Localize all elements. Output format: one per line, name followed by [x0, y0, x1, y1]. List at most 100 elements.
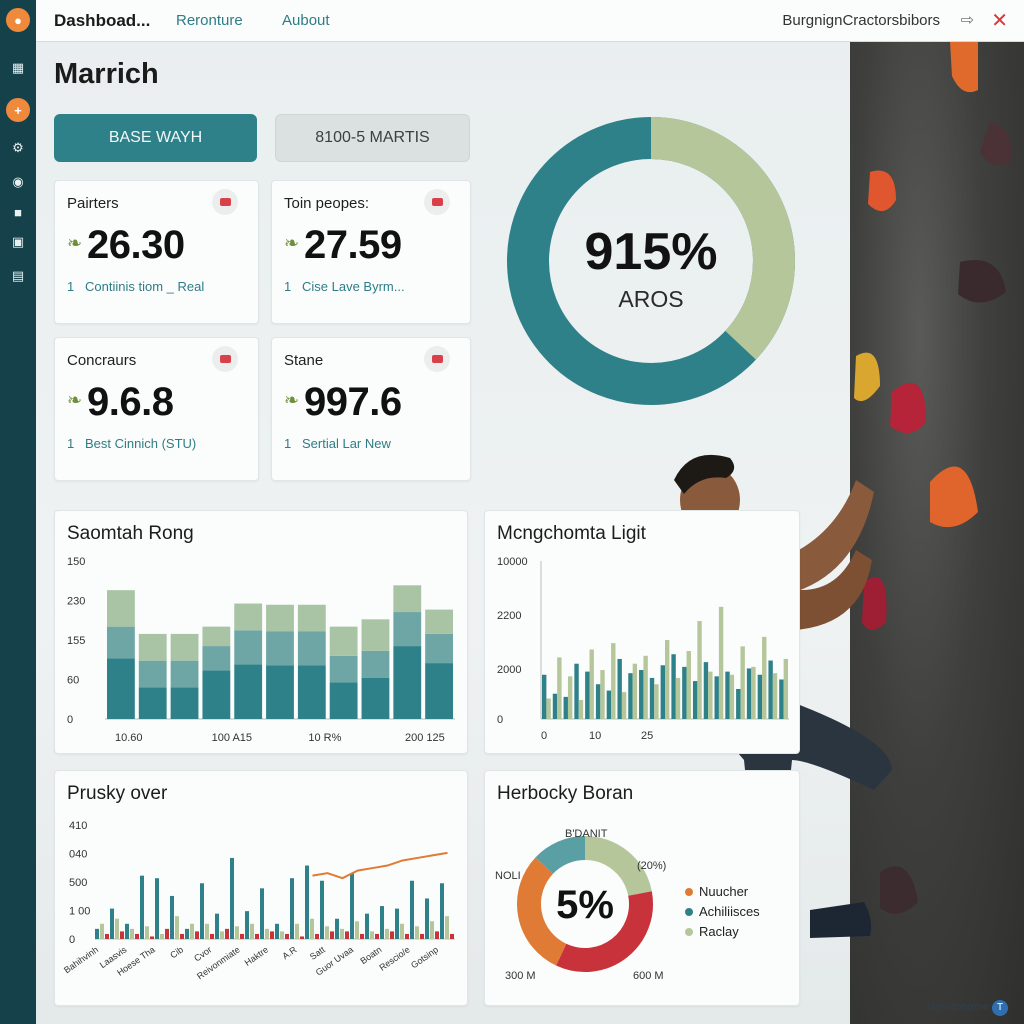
chart-card-prusky-over: Prusky over 410 040 500 1 00 0 Bahihvinh Laasv…	[54, 770, 468, 1006]
bar	[200, 883, 204, 939]
y-tick-label: 500	[69, 877, 87, 889]
bar	[671, 654, 676, 719]
bar-segment	[393, 646, 422, 719]
bar	[697, 621, 702, 719]
bar-segment	[425, 633, 453, 664]
bar	[729, 674, 735, 719]
close-icon[interactable]: ✕	[991, 8, 1008, 33]
grid-icon[interactable]: ▦	[6, 56, 30, 80]
stat-card-pairters[interactable]: Pairters ❧ 26.30 1 Contiinis tiom _ Real	[54, 180, 259, 324]
arrow-right-icon[interactable]: ⇨	[961, 10, 974, 30]
bar	[375, 933, 379, 939]
stacked-bar-chart: 150 230 155 60 0 10.60 100 A15 10 R% 200 125	[67, 556, 455, 744]
sprout-icon: ❧	[284, 233, 300, 253]
stat-card-toin-peopes[interactable]: Toin peopes: ❧ 27.59 1 Cise Lave Byrm...	[271, 180, 471, 324]
bar-segment	[138, 660, 167, 688]
bar	[390, 931, 394, 939]
x-tick-label: Haktre	[243, 944, 270, 967]
bar-segment	[425, 609, 453, 634]
bar-segment	[234, 603, 263, 631]
stat-index: 1	[67, 279, 75, 294]
page-title: Marrich	[54, 58, 159, 90]
bar	[617, 658, 622, 719]
bar-segment	[202, 670, 231, 719]
donut-center-label: 5%	[556, 883, 614, 927]
bar	[225, 928, 229, 939]
x-tick-label: Satt	[308, 944, 327, 962]
bar-segment	[393, 585, 422, 613]
x-tick-label: 0	[541, 730, 547, 742]
dense-bar-chart: 10000 2200 2000 0 0 10 25	[497, 556, 789, 742]
bar	[270, 931, 274, 939]
bar	[563, 696, 568, 719]
bar	[632, 663, 638, 719]
bar	[660, 665, 665, 719]
stat-index: 1	[284, 436, 292, 451]
stat-card-concraurs[interactable]: Concraurs ❧ 9.6.8 1 Best Cinnich (STU)	[54, 337, 259, 481]
bar	[105, 933, 109, 939]
bar	[345, 931, 349, 939]
x-tick-label: Bahihvinh	[62, 944, 100, 975]
chart-card-herbocky-boran: Herbocky Boran 5% B'DANIT (20%) NOLI 300 M 60…	[484, 770, 800, 1006]
bar	[145, 926, 149, 939]
bar	[235, 926, 239, 939]
y-tick-label: 1 00	[69, 906, 90, 918]
credit-text: Dashtooome	[926, 1001, 989, 1013]
bar	[335, 918, 339, 939]
bar-segment	[329, 682, 358, 719]
x-tick-label: 10 R%	[308, 732, 341, 744]
x-tick-label: 10	[589, 730, 601, 742]
add-icon[interactable]: +	[6, 98, 30, 122]
document-icon[interactable]: ▣	[6, 230, 30, 254]
bar	[639, 670, 644, 719]
stat-card-stane[interactable]: Stane ❧ 997.6 1 Sertial Lar New	[271, 337, 471, 481]
y-tick-label: 150	[67, 556, 85, 568]
legend-swatch	[685, 888, 693, 896]
bar	[628, 673, 633, 719]
stat-value: 27.59	[304, 223, 402, 267]
bar	[275, 923, 279, 939]
legend-swatch	[685, 928, 693, 936]
nav-link-reronture[interactable]: Reronture	[176, 12, 243, 29]
bar	[340, 928, 344, 939]
bar-segment	[361, 619, 390, 651]
y-tick-label: 230	[67, 596, 85, 608]
bar-segment	[107, 658, 135, 719]
bar	[195, 931, 199, 939]
gamepad-icon[interactable]: ◉	[6, 170, 30, 194]
bar	[165, 928, 169, 939]
bar	[160, 933, 164, 939]
y-tick-label: 410	[69, 820, 87, 832]
bar	[185, 928, 189, 939]
gear-icon[interactable]: ⚙	[6, 136, 30, 160]
bar-segment	[170, 660, 199, 688]
folder-icon[interactable]: ■	[6, 200, 30, 224]
bar	[355, 921, 359, 939]
chart-card-saomtah-rong: Saomtah Rong 150 230 155 60 0 10.60 100 A15 10 …	[54, 510, 468, 754]
bar	[240, 933, 244, 939]
x-tick-label: Cib	[168, 944, 185, 960]
bar-segment	[170, 687, 199, 719]
sprout-icon: ❧	[67, 233, 83, 253]
bar-segment	[138, 687, 167, 719]
profile-icon[interactable]: ▤	[6, 264, 30, 288]
sprout-icon: ❧	[284, 390, 300, 410]
bar	[779, 679, 784, 719]
bar	[125, 923, 129, 939]
bar	[692, 681, 698, 719]
bar	[445, 916, 449, 939]
app-brand[interactable]: Dashboad...	[54, 11, 150, 31]
base-wayh-button[interactable]: BASE WAYH	[54, 114, 257, 162]
stat-sublabel: Contiinis tiom _ Real	[85, 279, 205, 294]
bar	[135, 933, 139, 939]
bar-segment	[266, 604, 294, 632]
y-tick-label: 10000	[497, 556, 528, 568]
nav-link-aubout[interactable]: Aubout	[282, 12, 330, 29]
bar	[300, 936, 304, 939]
bar	[542, 674, 547, 719]
bar	[440, 883, 444, 939]
logo-icon[interactable]: ●	[6, 8, 30, 32]
sprout-icon: ❧	[67, 390, 83, 410]
x-tick-label: 200 125	[405, 732, 445, 744]
martis-button[interactable]: 8100-5 MARTIS	[275, 114, 470, 162]
